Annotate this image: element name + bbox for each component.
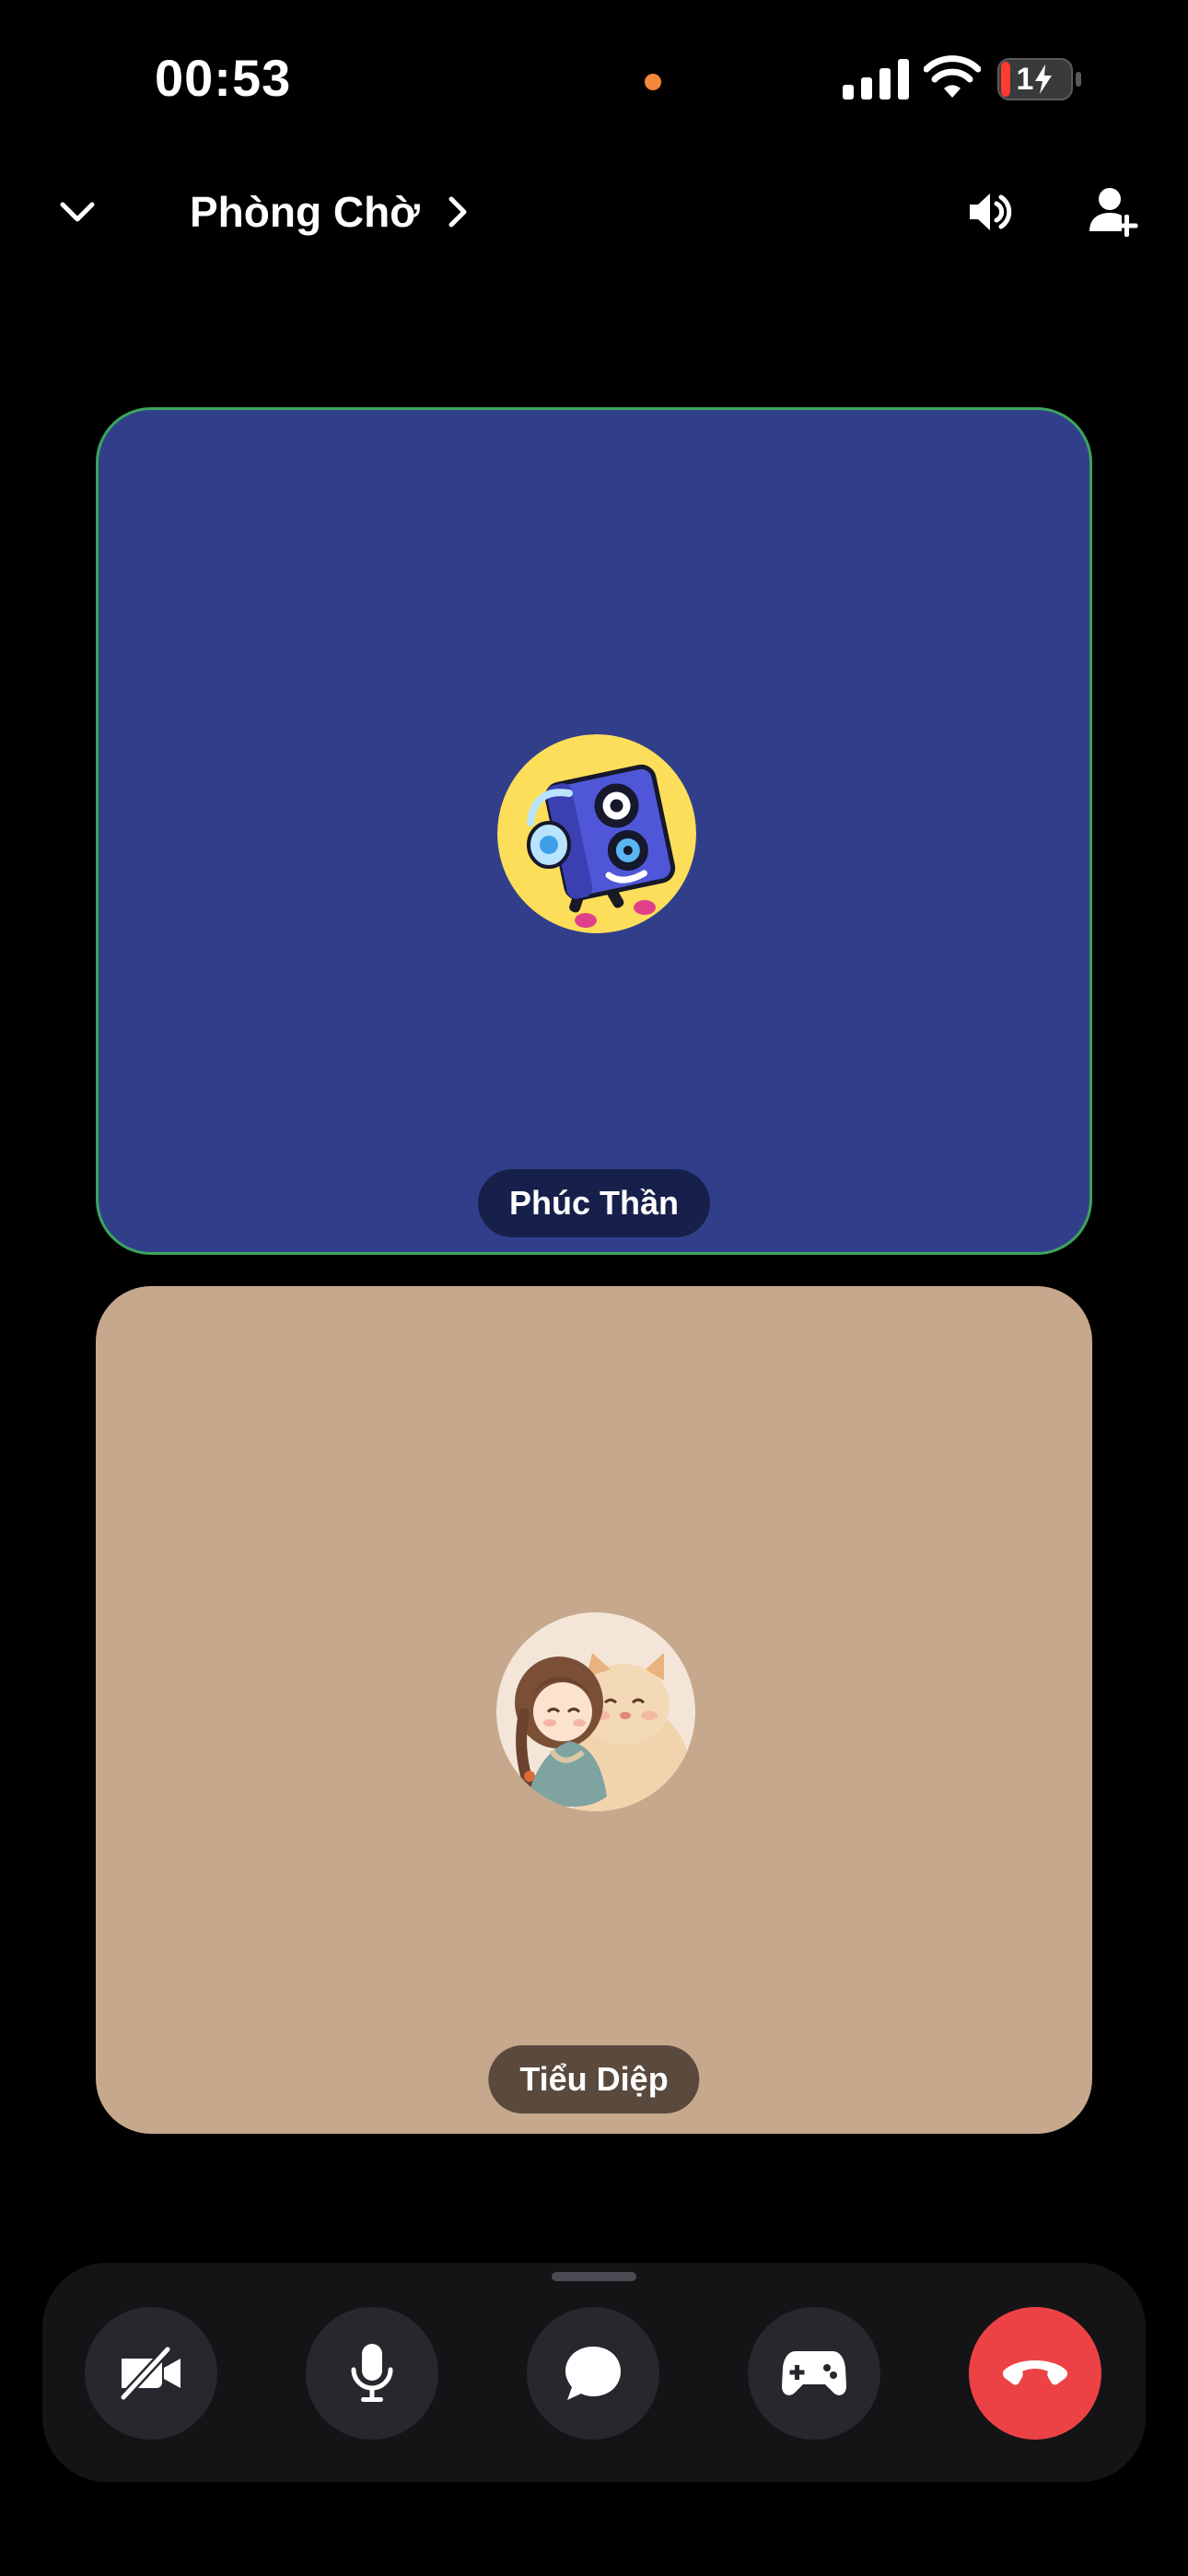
chevron-down-icon xyxy=(60,202,95,222)
activities-button[interactable] xyxy=(748,2307,880,2440)
channel-title-button[interactable]: Phòng Chờ xyxy=(190,182,472,241)
chat-button[interactable] xyxy=(527,2307,659,2440)
recording-indicator-dot xyxy=(645,74,661,90)
drag-handle[interactable] xyxy=(552,2272,636,2281)
participant-tile[interactable]: Phúc Thần xyxy=(96,407,1092,1255)
audio-output-button[interactable] xyxy=(958,184,1020,240)
call-controls-panel xyxy=(42,2263,1146,2482)
participant-name-label: Tiểu Diệp xyxy=(488,2045,700,2113)
collapse-button[interactable] xyxy=(50,186,105,238)
status-time: 00:53 xyxy=(155,49,292,107)
speaker-robot-avatar-icon xyxy=(497,734,696,933)
speaker-icon xyxy=(970,193,1012,230)
disconnect-button[interactable] xyxy=(969,2307,1101,2440)
battery-level-label: 1 xyxy=(996,57,1074,101)
camera-toggle-button[interactable] xyxy=(85,2307,217,2440)
participant-name-label: Phúc Thần xyxy=(477,1169,711,1237)
girl-and-cat-avatar-icon xyxy=(496,1612,695,1811)
gamepad-icon xyxy=(782,2351,846,2395)
channel-name: Phòng Chờ xyxy=(190,188,420,236)
avatar xyxy=(496,1612,695,1811)
video-off-icon xyxy=(119,2346,181,2401)
charging-bolt-icon xyxy=(1035,64,1053,94)
invite-button[interactable] xyxy=(1081,182,1147,241)
battery-icon: 1 xyxy=(996,57,1085,101)
call-header: Phòng Chờ xyxy=(0,166,1188,258)
chevron-right-icon xyxy=(448,196,467,228)
microphone-button[interactable] xyxy=(306,2307,438,2440)
microphone-icon xyxy=(351,2344,393,2402)
avatar xyxy=(497,734,696,933)
cellular-signal-icon xyxy=(843,59,909,100)
status-bar: 00:53 1 xyxy=(0,0,1188,157)
hang-up-icon xyxy=(1002,2360,1068,2385)
chat-bubble-icon xyxy=(565,2347,621,2400)
add-user-icon xyxy=(1089,188,1138,237)
participant-tile[interactable]: Tiểu Diệp xyxy=(96,1286,1092,2134)
wifi-icon xyxy=(924,55,981,98)
